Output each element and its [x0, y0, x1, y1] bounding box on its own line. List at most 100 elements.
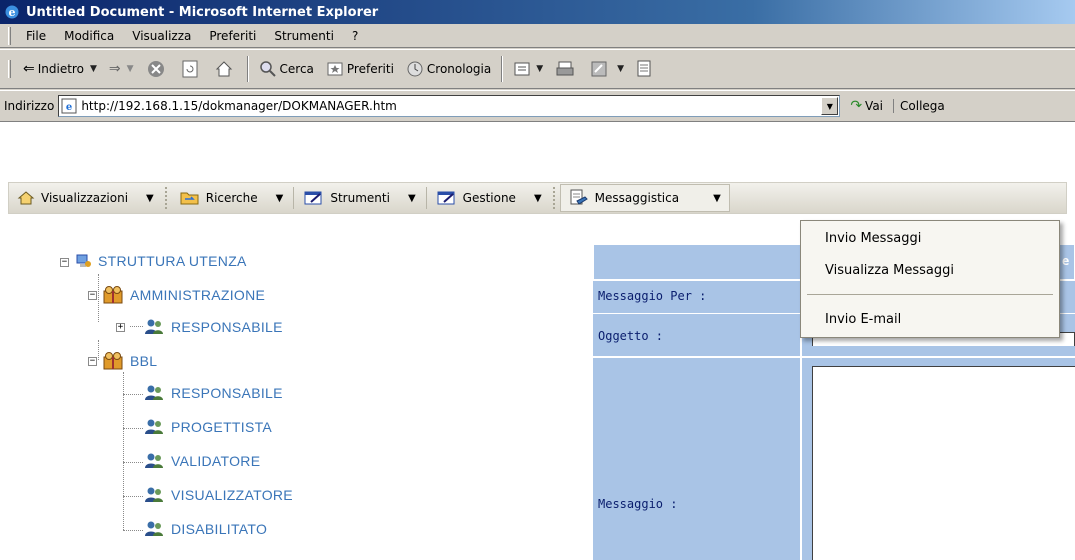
- tree-connector: [98, 340, 99, 360]
- menu-separator: [293, 187, 295, 209]
- menu-visualizzazioni[interactable]: Visualizzazioni ▼: [9, 184, 162, 212]
- mail-icon: [514, 62, 530, 76]
- search-button[interactable]: Cerca: [253, 54, 320, 84]
- favorites-icon: [327, 62, 343, 76]
- tree-node-validatore[interactable]: VALIDATORE: [143, 452, 260, 470]
- menu-ricerche[interactable]: Ricerche ▼: [172, 184, 292, 212]
- home-button[interactable]: [208, 54, 243, 84]
- users-icon: [145, 419, 163, 434]
- internet-explorer-icon: e: [5, 5, 19, 19]
- tree-collapse-toggle[interactable]: −: [60, 258, 69, 267]
- home-icon: [215, 61, 232, 77]
- history-button[interactable]: Cronologia: [400, 54, 497, 84]
- chevron-down-icon[interactable]: ▼: [127, 64, 134, 74]
- tree-connector: [123, 496, 143, 497]
- message-textarea[interactable]: [812, 366, 1075, 560]
- stop-button[interactable]: [140, 54, 175, 84]
- tree-node-progettista[interactable]: PROGETTISTA: [143, 418, 272, 436]
- network-icon: [76, 254, 91, 267]
- stop-icon: [147, 61, 164, 77]
- tree-connector: [123, 394, 143, 395]
- address-input[interactable]: e http://192.168.1.15/dokmanager/DOKMANA…: [58, 95, 841, 117]
- mail-button[interactable]: ▼: [507, 54, 549, 84]
- menu-edit[interactable]: Modifica: [55, 29, 123, 43]
- menu-visualizzazioni-label: Visualizzazioni: [41, 191, 129, 205]
- tree-connector: [123, 462, 143, 463]
- chevron-down-icon: ▼: [146, 192, 154, 204]
- menubar-grip[interactable]: [8, 26, 11, 45]
- toolbar-separator: [501, 56, 504, 82]
- tree-node-disabilitato[interactable]: DISABILITATO: [143, 520, 267, 538]
- print-button[interactable]: [549, 54, 584, 84]
- address-dropdown-button[interactable]: ▼: [821, 97, 839, 115]
- messaggistica-dropdown: Invio Messaggi Visualizza Messaggi Invio…: [800, 220, 1060, 338]
- address-label: Indirizzo: [4, 99, 55, 113]
- menu-gestione-label: Gestione: [462, 191, 516, 205]
- print-icon: [556, 61, 574, 76]
- go-button[interactable]: ↷ Vai: [850, 98, 883, 114]
- tree-node-label: VISUALIZZATORE: [171, 487, 293, 503]
- address-url[interactable]: http://192.168.1.15/dokmanager/DOKMANAGE…: [81, 99, 821, 113]
- tree-node-amministrazione[interactable]: AMMINISTRAZIONE: [102, 285, 265, 305]
- edit-icon: [591, 61, 607, 77]
- tree-node-visualizzatore[interactable]: VISUALIZZATORE: [143, 486, 293, 504]
- app-menu-area: Visualizzazioni ▼ Ricerche ▼ Strumenti ▼…: [0, 172, 1075, 222]
- tree-node-label: BBL: [130, 353, 158, 369]
- users-icon: [145, 453, 163, 468]
- favorites-button[interactable]: Preferiti: [320, 54, 400, 84]
- user-structure-tree: − STRUTTURA UTENZA − AMMINISTRAZIONE + R…: [0, 222, 590, 560]
- group-icon: [103, 352, 123, 370]
- tree-node-label: STRUTTURA UTENZA: [98, 253, 247, 269]
- menu-item-invio-email[interactable]: Invio E-mail: [825, 312, 901, 327]
- refresh-icon: [182, 60, 198, 78]
- standard-toolbar: ⇐ Indietro ▼ ⇒ ▼ Cerca Preferiti Cronolo…: [0, 49, 1075, 89]
- menu-item-invio-messaggi[interactable]: Invio Messaggi: [825, 231, 921, 246]
- menu-messaggistica[interactable]: Messaggistica ▼: [559, 184, 730, 212]
- edit-button[interactable]: ▼: [584, 54, 630, 84]
- menu-favorites[interactable]: Preferiti: [200, 29, 265, 43]
- window-title-bar: e Untitled Document - Microsoft Internet…: [0, 0, 1075, 24]
- chevron-down-icon: ▼: [713, 192, 721, 204]
- search-label: Cerca: [279, 62, 314, 76]
- menu-gestione[interactable]: Gestione ▼: [429, 184, 550, 212]
- tree-connector: [123, 530, 143, 531]
- chevron-down-icon: ▼: [826, 101, 833, 111]
- discuss-button[interactable]: [630, 54, 661, 84]
- back-button[interactable]: ⇐ Indietro ▼: [17, 54, 103, 84]
- users-icon: [145, 521, 163, 536]
- refresh-button[interactable]: [175, 54, 208, 84]
- menu-view[interactable]: Visualizza: [123, 29, 200, 43]
- menu-file[interactable]: File: [17, 29, 55, 43]
- tree-collapse-toggle[interactable]: −: [88, 291, 97, 300]
- tree-node-responsabile[interactable]: RESPONSABILE: [143, 318, 283, 336]
- chevron-down-icon: ▼: [533, 192, 542, 204]
- tree-node-root[interactable]: STRUTTURA UTENZA: [74, 252, 247, 270]
- history-icon: [407, 61, 423, 77]
- message-label: Messaggio :: [598, 497, 678, 511]
- users-icon: [145, 319, 163, 334]
- chevron-down-icon[interactable]: ▼: [536, 64, 543, 74]
- tree-expand-toggle[interactable]: +: [116, 323, 125, 332]
- menu-help[interactable]: ?: [343, 29, 367, 43]
- menu-separator: [425, 187, 427, 209]
- toolbar-grip[interactable]: [8, 60, 11, 78]
- menu-item-visualizza-messaggi[interactable]: Visualizza Messaggi: [825, 263, 954, 278]
- menu-bar: File Modifica Visualizza Preferiti Strum…: [0, 24, 1075, 48]
- menu-messaggistica-label: Messaggistica: [594, 191, 680, 205]
- menu-strumenti[interactable]: Strumenti ▼: [296, 184, 423, 212]
- svg-text:e: e: [66, 102, 72, 113]
- chevron-down-icon[interactable]: ▼: [90, 64, 97, 74]
- chevron-down-icon[interactable]: ▼: [617, 64, 624, 74]
- menu-tools[interactable]: Strumenti: [265, 29, 343, 43]
- tree-collapse-toggle[interactable]: −: [88, 357, 97, 366]
- tree-node-label: VALIDATORE: [171, 453, 261, 469]
- edit-form-icon: [304, 191, 322, 205]
- tree-node-bbl[interactable]: BBL: [102, 351, 157, 371]
- tree-node-responsabile-bbl[interactable]: RESPONSABILE: [143, 384, 283, 402]
- discuss-icon: [637, 60, 651, 77]
- forward-button[interactable]: ⇒ ▼: [103, 54, 140, 84]
- menu-grip: [552, 187, 557, 209]
- links-button[interactable]: Collega: [893, 99, 945, 113]
- tree-connector: [98, 274, 99, 322]
- tree-connector: [130, 326, 143, 327]
